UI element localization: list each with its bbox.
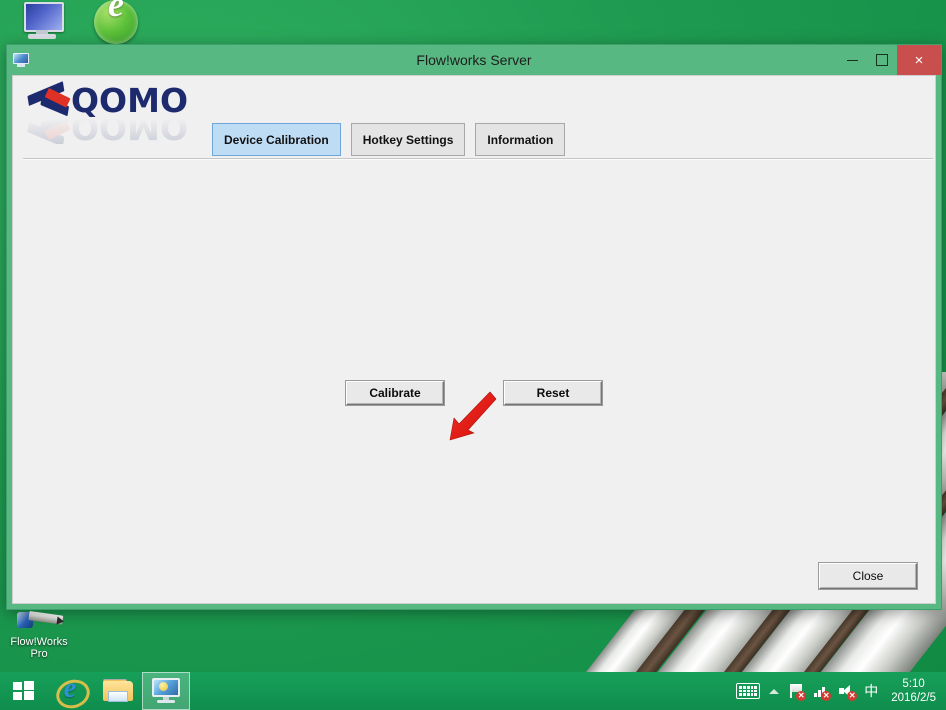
desktop-icon-my-computer[interactable] — [6, 2, 80, 42]
taskbar-flowworks-server[interactable] — [142, 672, 190, 710]
action-center-flag-icon[interactable]: ✕ — [788, 683, 807, 701]
green-browser-icon: e — [94, 0, 140, 46]
system-tray: ✕ ✕ ✕ 中 5:10 2016/2/5 — [736, 672, 946, 710]
taskbar-file-explorer[interactable] — [94, 672, 142, 710]
minimize-button[interactable] — [837, 45, 867, 75]
internet-explorer-icon: e — [52, 673, 94, 710]
ime-language-indicator[interactable]: 中 — [864, 681, 878, 701]
qomo-wordmark-reflection: QOMO — [71, 118, 188, 144]
calibrate-button[interactable]: Calibrate — [346, 381, 444, 405]
tab-bar: Device Calibration Hotkey Settings Infor… — [212, 123, 566, 156]
qomo-wordmark: QOMO — [71, 81, 188, 120]
flowworks-pro-label-line2: Pro — [30, 648, 48, 660]
pen-icon — [17, 608, 65, 634]
taskbar-internet-explorer[interactable]: e — [46, 672, 94, 710]
clock-date: 2016/2/5 — [891, 692, 936, 704]
qomo-logo-main: QOMO — [25, 81, 203, 120]
windows-logo-icon — [12, 681, 34, 701]
device-calibration-panel: Calibrate Reset — [13, 381, 935, 405]
flowworks-server-window: Flow!works Server × QOMO QOMO Device Cal… — [6, 44, 942, 610]
window-controls: × — [837, 45, 941, 75]
qomo-logo-reflection: QOMO — [25, 118, 203, 144]
taskbar: e ✕ ✕ ✕ 中 5:10 2016/2/5 — [0, 672, 946, 710]
qomo-chevron-mark-icon — [27, 81, 75, 117]
flowworks-pro-label-line1: Flow!Works — [10, 636, 68, 648]
header-row: QOMO QOMO Device Calibration Hotkey Sett… — [13, 76, 935, 160]
tab-device-calibration[interactable]: Device Calibration — [212, 123, 341, 156]
title-bar[interactable]: Flow!works Server × — [7, 45, 941, 75]
show-hidden-icons-chevron-icon[interactable] — [769, 688, 780, 694]
maximize-button[interactable] — [867, 45, 897, 75]
close-dialog-button[interactable]: Close — [819, 563, 917, 589]
volume-muted-icon[interactable]: ✕ — [838, 683, 858, 701]
reset-button[interactable]: Reset — [504, 381, 602, 405]
close-button-container: Close — [819, 563, 917, 589]
start-button[interactable] — [0, 672, 46, 710]
close-window-button[interactable]: × — [897, 45, 941, 75]
flowworks-server-icon — [151, 678, 181, 704]
network-status-icon[interactable]: ✕ — [813, 683, 832, 701]
window-content: QOMO QOMO Device Calibration Hotkey Sett… — [12, 75, 936, 604]
desktop: e Flow!Works Pro Flow!works Server × — [0, 0, 946, 710]
touch-keyboard-icon[interactable] — [736, 683, 761, 699]
clock-time: 5:10 — [902, 678, 925, 690]
file-explorer-icon — [103, 679, 133, 703]
taskbar-clock[interactable]: 5:10 2016/2/5 — [891, 677, 940, 705]
tab-information[interactable]: Information — [475, 123, 566, 156]
monitor-icon — [21, 2, 65, 40]
header-divider — [23, 158, 933, 160]
qomo-logo: QOMO QOMO — [25, 81, 203, 148]
desktop-icon-green-browser[interactable]: e — [80, 0, 154, 48]
window-title: Flow!works Server — [416, 52, 532, 68]
tab-hotkey-settings[interactable]: Hotkey Settings — [350, 123, 466, 156]
desktop-icon-flowworks-pro[interactable]: Flow!Works Pro — [2, 608, 76, 660]
